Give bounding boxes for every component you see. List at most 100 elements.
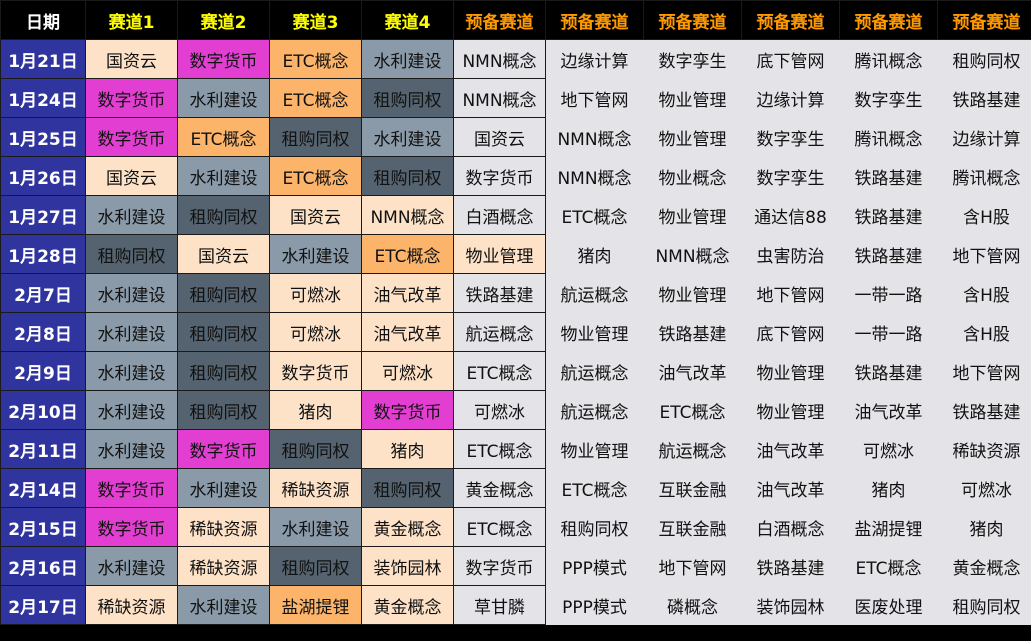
reserve-cell: 数字孪生 — [643, 39, 742, 79]
track-cell: 数字货币 — [269, 351, 362, 391]
reserve-cell: 铁路基建 — [937, 390, 1031, 430]
reserve-cell: 猪肉 — [937, 507, 1031, 547]
track-cell: 数字货币 — [85, 78, 178, 118]
date-cell: 2月9日 — [0, 351, 86, 391]
table-row: 2月8日 水利建设 租购同权 可燃冰 油气改革 航运概念 物业管理 铁路基建 底下管网 一带一路含… — [0, 312, 1031, 352]
date-cell: 1月24日 — [0, 78, 86, 118]
reserve-cell: 含H股 — [937, 273, 1031, 313]
track-cell: 租购同权 — [269, 117, 362, 157]
track-cell: 租购同权 — [177, 195, 270, 235]
reserve-cell: 盐湖提锂 — [839, 507, 938, 547]
reserve-cell: 油气改革 — [839, 390, 938, 430]
reserve-cell: 可燃冰 — [453, 390, 546, 430]
track-cell: 水利建设 — [177, 468, 270, 508]
reserve-cell: PPP模式 — [545, 546, 644, 586]
reserve-cell: 物业管理 — [545, 312, 644, 352]
reserve-cell: 磷概念 — [643, 585, 742, 625]
reserve-cell: 航运概念 — [545, 390, 644, 430]
reserve-cell: 油气改革 — [741, 468, 840, 508]
reserve-cell: 物业管理 — [643, 117, 742, 157]
track-cell: 水利建设 — [269, 507, 362, 547]
reserve-cell: 铁路基建 — [937, 78, 1031, 118]
track-cell: 水利建设 — [85, 429, 178, 469]
track-cell: 黄金概念 — [361, 585, 454, 625]
reserve-cell: 物业管理 — [643, 273, 742, 313]
track-cell: 可燃冰 — [269, 312, 362, 352]
track-cell: 租购同权 — [361, 78, 454, 118]
reserve-cell: 物业管理 — [643, 195, 742, 235]
reserve-cell: 航运概念 — [643, 429, 742, 469]
track-cell: 装饰园林 — [361, 546, 454, 586]
reserve-cell: 黄金概念 — [937, 546, 1031, 586]
track-cell: 数字货币 — [177, 39, 270, 79]
track-cell: 水利建设 — [361, 39, 454, 79]
track-cell: 国资云 — [85, 39, 178, 79]
reserve-cell: 边缘计算 — [545, 39, 644, 79]
reserve-cell: 铁路基建 — [741, 546, 840, 586]
reserve-cell: 底下管网 — [741, 312, 840, 352]
header-reserve: 预备赛道 — [741, 0, 840, 40]
reserve-cell: 租购同权 — [937, 585, 1031, 625]
reserve-cell: 腾讯概念 — [839, 117, 938, 157]
table-row: 1月26日 国资云 水利建设 ETC概念 租购同权 数字货币 NMN概念 物业概念 数字孪生 铁路… — [0, 156, 1031, 196]
date-cell: 1月25日 — [0, 117, 86, 157]
reserve-cell: 数字孪生 — [741, 117, 840, 157]
track-cell: 国资云 — [269, 195, 362, 235]
reserve-cell: 虫害防治 — [741, 234, 840, 274]
reserve-cell: 互联金融 — [643, 468, 742, 508]
reserve-cell: NMN概念 — [545, 117, 644, 157]
table-row: 1月27日 水利建设 租购同权 国资云 NMN概念 白酒概念 ETC概念 物业管理 通达信88 铁… — [0, 195, 1031, 235]
track-cell: 稀缺资源 — [177, 507, 270, 547]
header-track-1: 赛道1 — [85, 0, 178, 40]
track-cell: 油气改革 — [361, 273, 454, 313]
date-cell: 2月8日 — [0, 312, 86, 352]
header-row: 日期 赛道1 赛道2 赛道3 赛道4 预备赛道 预备赛道 预备赛道 预备赛道 预… — [0, 0, 1031, 40]
reserve-cell: ETC概念 — [545, 468, 644, 508]
date-cell: 2月14日 — [0, 468, 86, 508]
table-row: 2月11日 水利建设 数字货币 租购同权 猪肉 ETC概念 物业管理 航运概念 油气改革 可燃冰稀… — [0, 429, 1031, 469]
reserve-cell: 铁路基建 — [839, 156, 938, 196]
reserve-cell: 铁路基建 — [453, 273, 546, 313]
reserve-cell: 地下管网 — [545, 78, 644, 118]
track-cell: 租购同权 — [269, 429, 362, 469]
date-cell: 1月27日 — [0, 195, 86, 235]
date-cell: 1月28日 — [0, 234, 86, 274]
reserve-cell: 猪肉 — [839, 468, 938, 508]
track-cell: 数字货币 — [85, 468, 178, 508]
track-cell: 油气改革 — [361, 312, 454, 352]
track-cell: 国资云 — [85, 156, 178, 196]
reserve-cell: 物业管理 — [741, 351, 840, 391]
track-cell: NMN概念 — [361, 195, 454, 235]
header-reserve: 预备赛道 — [545, 0, 644, 40]
header-reserve: 预备赛道 — [937, 0, 1031, 40]
track-cell: ETC概念 — [177, 117, 270, 157]
reserve-cell: 草甘膦 — [453, 585, 546, 625]
reserve-cell: 铁路基建 — [643, 312, 742, 352]
reserve-cell: 租购同权 — [937, 39, 1031, 79]
reserve-cell: 航运概念 — [453, 312, 546, 352]
reserve-cell: 物业概念 — [643, 156, 742, 196]
reserve-cell: 边缘计算 — [741, 78, 840, 118]
reserve-cell: 航运概念 — [545, 351, 644, 391]
table-row: 2月14日 数字货币 水利建设 稀缺资源 租购同权 黄金概念 ETC概念 互联金融 油气改革 猪肉… — [0, 468, 1031, 508]
track-cell: 稀缺资源 — [177, 546, 270, 586]
reserve-cell: 边缘计算 — [937, 117, 1031, 157]
header-date: 日期 — [0, 0, 86, 40]
reserve-cell: 物业管理 — [643, 78, 742, 118]
track-cell: 水利建设 — [177, 585, 270, 625]
reserve-cell: 国资云 — [453, 117, 546, 157]
track-cell: 猪肉 — [269, 390, 362, 430]
track-cell: 租购同权 — [85, 234, 178, 274]
reserve-cell: ETC概念 — [453, 507, 546, 547]
reserve-cell: 租购同权 — [545, 507, 644, 547]
reserve-cell: 白酒概念 — [453, 195, 546, 235]
table-row: 2月10日 水利建设 租购同权 猪肉 数字货币 可燃冰 航运概念 ETC概念 物业管理 油气改革铁… — [0, 390, 1031, 430]
date-cell: 2月11日 — [0, 429, 86, 469]
reserve-cell: 数字货币 — [453, 156, 546, 196]
reserve-cell: 油气改革 — [741, 429, 840, 469]
table-row: 1月25日 数字货币 ETC概念 租购同权 水利建设 国资云 NMN概念 物业管理 数字孪生 腾讯… — [0, 117, 1031, 157]
date-cell: 1月26日 — [0, 156, 86, 196]
reserve-cell: 含H股 — [937, 195, 1031, 235]
reserve-cell: NMN概念 — [453, 39, 546, 79]
date-cell: 2月10日 — [0, 390, 86, 430]
